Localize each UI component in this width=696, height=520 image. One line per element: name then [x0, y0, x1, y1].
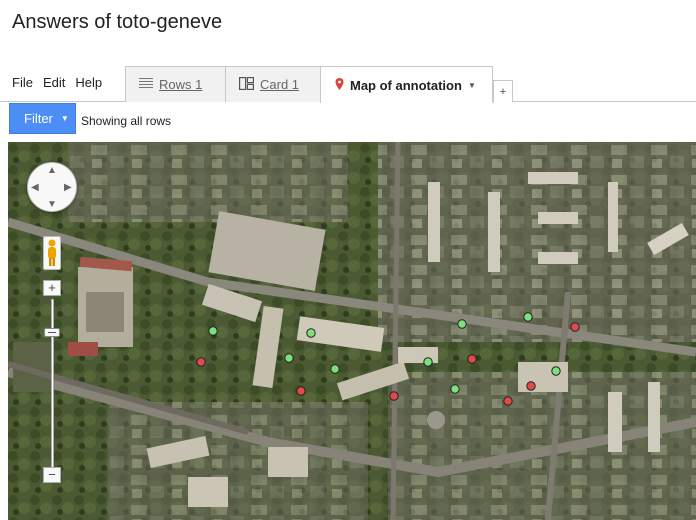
zoom-out-button[interactable]: −	[43, 467, 61, 483]
map-marker-red[interactable]	[296, 386, 306, 396]
menu-file[interactable]: File	[12, 75, 33, 90]
satellite-imagery	[8, 142, 696, 520]
chevron-down-icon[interactable]: ▼	[468, 81, 476, 90]
map-marker-green[interactable]	[423, 357, 433, 367]
chevron-down-icon: ▼	[60, 114, 69, 123]
map-marker-green[interactable]	[523, 312, 533, 322]
map-marker-green[interactable]	[284, 353, 294, 363]
table-rows-icon	[139, 77, 153, 92]
filter-status: Showing all rows	[81, 114, 172, 128]
map-marker-red[interactable]	[526, 381, 536, 391]
pan-arrows-icon: ▲	[47, 165, 57, 176]
tab-rows-label: Rows 1	[159, 77, 203, 92]
map-view[interactable]: ▲ ▼ ◀ ▶ + −	[8, 142, 696, 520]
map-marker-red[interactable]	[570, 322, 580, 332]
pan-arrows-icon: ▶	[64, 182, 72, 193]
tab-card[interactable]: Card 1	[225, 66, 321, 102]
filter-bar: Filter ▼ Showing all rows	[0, 103, 696, 137]
menu-bar: File Edit Help	[12, 75, 102, 90]
card-view-icon	[239, 76, 254, 93]
page-title: Answers of toto-geneve	[12, 11, 223, 33]
tab-map-label: Map of annotation	[350, 77, 462, 93]
filter-button[interactable]: Filter ▼	[9, 103, 76, 134]
pan-control[interactable]: ▲ ▼ ◀ ▶	[27, 162, 77, 212]
zoom-in-button[interactable]: +	[43, 280, 61, 296]
map-marker-green[interactable]	[306, 328, 316, 338]
map-marker-red[interactable]	[467, 354, 477, 364]
pan-arrows-icon: ◀	[31, 182, 39, 193]
map-marker-green[interactable]	[330, 364, 340, 374]
map-marker-red[interactable]	[389, 391, 399, 401]
menu-help[interactable]: Help	[75, 75, 102, 90]
streetview-pegman[interactable]	[43, 236, 61, 270]
view-tabs: Rows 1 Card 1 Map of annotation ▼ +	[0, 66, 696, 103]
map-marker-red[interactable]	[503, 396, 513, 406]
pan-arrows-icon: ▼	[47, 199, 57, 210]
map-marker-green[interactable]	[450, 384, 460, 394]
map-marker-red[interactable]	[196, 357, 206, 367]
tab-rows[interactable]: Rows 1	[125, 66, 226, 102]
map-marker-green[interactable]	[551, 366, 561, 376]
map-marker-green[interactable]	[208, 326, 218, 336]
map-marker-green[interactable]	[457, 319, 467, 329]
zoom-slider-handle[interactable]	[44, 328, 60, 337]
add-tab-button[interactable]: +	[493, 80, 513, 102]
tab-map[interactable]: Map of annotation ▼	[320, 66, 493, 103]
tab-card-label: Card 1	[260, 77, 300, 92]
zoom-slider-track[interactable]	[51, 299, 54, 479]
menu-edit[interactable]: Edit	[43, 75, 65, 90]
filter-button-label: Filter	[24, 111, 53, 126]
map-pin-icon	[335, 77, 344, 93]
pegman-icon	[48, 239, 56, 266]
